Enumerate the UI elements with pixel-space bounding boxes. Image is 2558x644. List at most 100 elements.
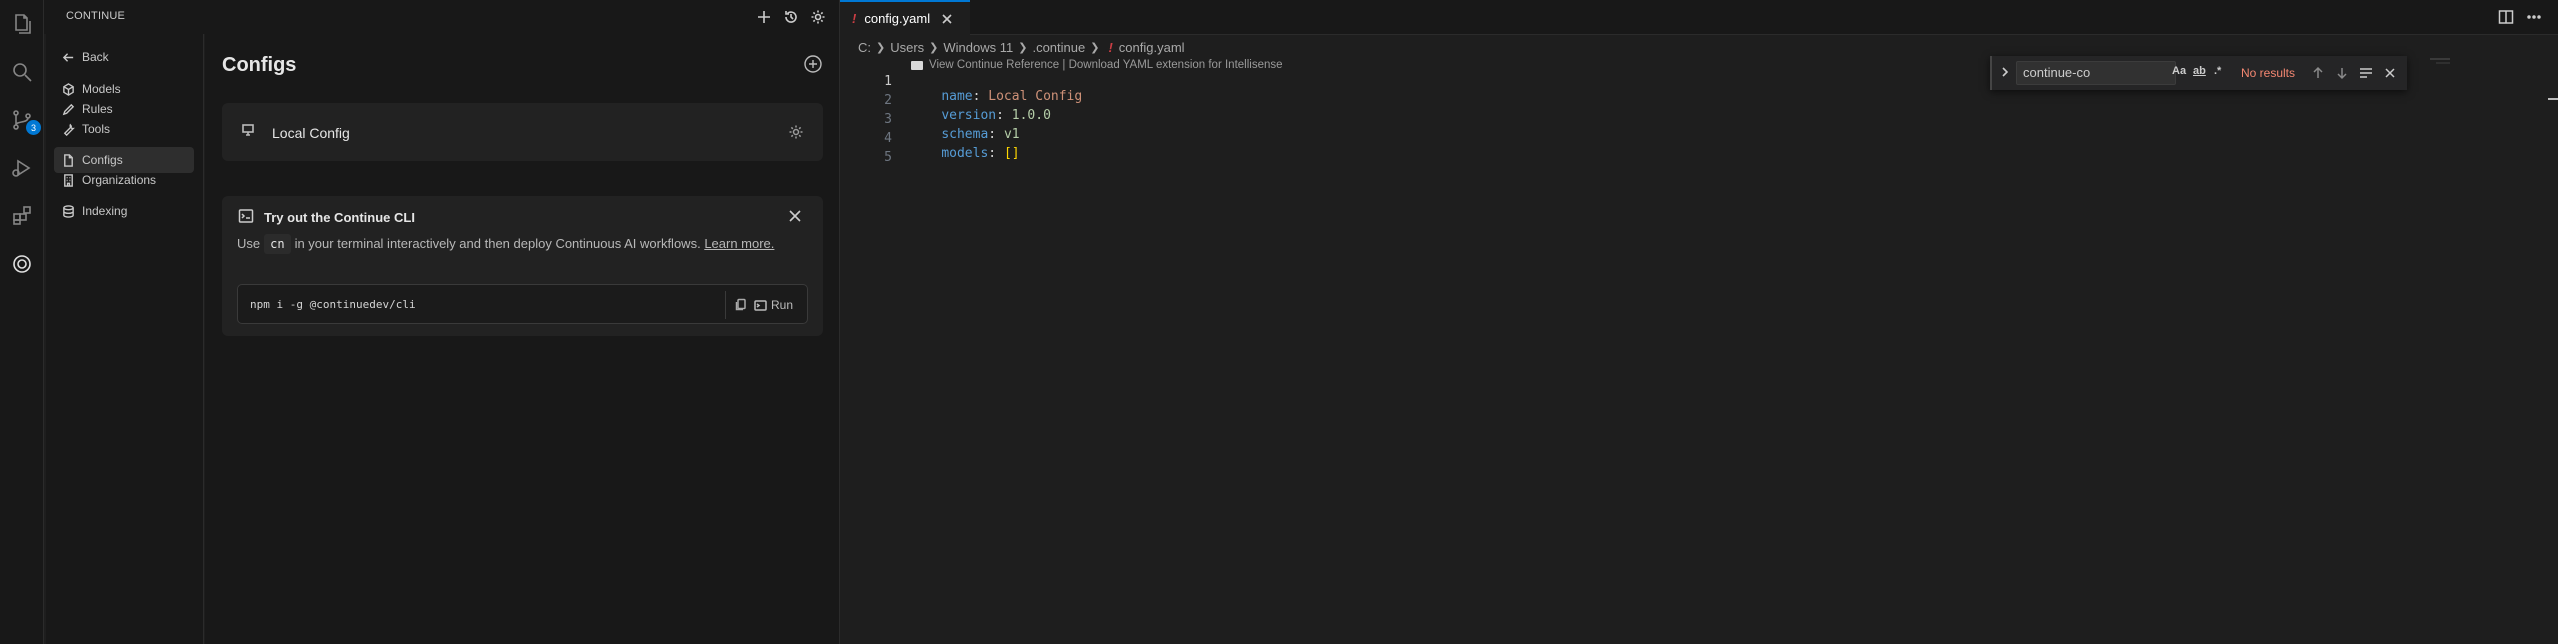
extensions-icon[interactable] <box>8 202 36 230</box>
line-number: 5 <box>884 150 892 165</box>
minimap[interactable] <box>2430 58 2450 60</box>
cli-card-title: Try out the Continue CLI <box>264 210 415 225</box>
install-command: npm i -g @continuedev/cli <box>250 298 416 311</box>
yaml-file-icon: ! <box>852 11 857 26</box>
find-widget: continue-co Aa ab .* No results <box>1990 56 2407 90</box>
run-button[interactable]: Run <box>754 296 793 314</box>
book-icon <box>911 60 923 70</box>
chevron-right-icon: ❯ <box>876 41 886 54</box>
whole-word-toggle[interactable]: ab <box>2193 65 2206 77</box>
breadcrumb-item[interactable]: config.yaml <box>1119 40 1185 55</box>
database-icon <box>63 204 74 218</box>
nav-item-label: Configs <box>82 153 123 167</box>
file-icon <box>64 153 73 167</box>
sidebar-header: CONTINUE <box>44 0 839 34</box>
nav-item-label: Tools <box>82 122 111 136</box>
find-input[interactable]: continue-co <box>2016 61 2176 85</box>
new-session-icon[interactable] <box>754 7 774 27</box>
cli-desc-prefix: Use <box>237 236 261 251</box>
tab-config-yaml[interactable]: ! config.yaml <box>840 0 970 35</box>
split-editor-icon[interactable] <box>2498 9 2514 25</box>
yaml-colon: : <box>988 146 997 161</box>
copy-icon[interactable] <box>735 298 748 311</box>
pencil-icon <box>62 103 75 115</box>
source-control-icon[interactable]: 3 <box>8 106 41 135</box>
source-control-badge: 3 <box>26 120 41 135</box>
line-number: 3 <box>884 112 892 127</box>
install-command-box: npm i -g @continuedev/cli Run <box>237 284 808 324</box>
cli-card-description: Use cn in your terminal interactively and … <box>237 234 797 254</box>
chevron-right-icon: ❯ <box>929 41 939 54</box>
config-name: Local Config <box>272 125 350 141</box>
editor-tab-bar: ! config.yaml <box>840 0 2558 35</box>
nav-item-tools[interactable]: Tools <box>54 116 194 142</box>
building-icon <box>64 173 73 187</box>
tab-label: config.yaml <box>864 11 931 26</box>
run-debug-icon[interactable] <box>8 154 36 182</box>
activity-bar: 3 <box>0 0 44 644</box>
yaml-key: models <box>941 146 989 161</box>
arrow-up-icon[interactable] <box>2310 65 2326 81</box>
settings-gear-icon[interactable] <box>808 7 828 27</box>
more-actions-icon[interactable] <box>2526 9 2542 25</box>
config-settings-icon[interactable] <box>788 124 804 140</box>
code-editor[interactable]: View Continue Reference | Download YAML … <box>840 58 2558 644</box>
wrench-icon <box>63 123 75 136</box>
nav-item-organizations[interactable]: Organizations <box>54 167 194 193</box>
run-label: Run <box>771 298 794 312</box>
close-tab-icon[interactable] <box>940 12 954 26</box>
nav-item-indexing[interactable]: Indexing <box>54 198 194 224</box>
terminal-icon <box>238 208 254 224</box>
page-title: Configs <box>222 54 297 76</box>
sidebar-title: CONTINUE <box>66 10 126 22</box>
code-line: models: [] <box>910 131 1020 176</box>
minimap[interactable] <box>2436 62 2450 64</box>
chevron-right-icon: ❯ <box>1018 41 1028 54</box>
close-icon[interactable] <box>787 208 803 224</box>
scrollbar-marker[interactable] <box>2548 98 2558 100</box>
line-number: 4 <box>884 131 892 146</box>
match-case-toggle[interactable]: Aa <box>2172 65 2186 77</box>
back-label: Back <box>82 50 109 64</box>
find-result-status: No results <box>2241 66 2296 80</box>
configs-panel: Configs Local Config Try out the Continu… <box>205 34 839 644</box>
breadcrumb-item[interactable]: Users <box>890 40 924 55</box>
cli-promo-card: Try out the Continue CLI Use cn in your te… <box>222 196 823 336</box>
regex-toggle[interactable]: .* <box>2214 65 2221 77</box>
continue-nav: Back Models Rules Tools Configs Organiza… <box>46 34 204 644</box>
cube-icon <box>63 82 74 96</box>
cli-desc-suffix: in your terminal interactively and then … <box>294 236 701 251</box>
terminal-small-icon <box>754 299 767 311</box>
divider <box>725 291 726 319</box>
nav-item-label: Organizations <box>82 173 157 187</box>
chevron-right-icon: ❯ <box>1090 41 1100 54</box>
yaml-file-icon: ! <box>1108 39 1113 55</box>
line-number: 1 <box>884 74 892 89</box>
cli-command-chip: cn <box>264 234 291 254</box>
search-icon[interactable] <box>8 58 36 86</box>
arrow-down-icon[interactable] <box>2334 65 2350 81</box>
back-button[interactable]: Back <box>54 44 194 70</box>
explorer-icon[interactable] <box>8 10 36 38</box>
yaml-value: [] <box>1003 146 1020 161</box>
continue-icon[interactable] <box>8 250 36 278</box>
monitor-icon <box>241 123 255 137</box>
close-find-icon[interactable] <box>2382 65 2398 81</box>
line-number: 2 <box>884 93 892 108</box>
add-config-icon[interactable] <box>803 54 823 74</box>
nav-item-label: Rules <box>82 102 113 116</box>
find-in-selection-icon[interactable] <box>2358 65 2374 81</box>
codelens-text: View Continue Reference | Download YAML … <box>929 59 1283 71</box>
nav-item-label: Indexing <box>82 204 128 218</box>
breadcrumb-item[interactable]: C: <box>858 40 871 55</box>
toggle-replace-icon[interactable] <box>1998 65 2012 79</box>
learn-more-link[interactable]: Learn more. <box>704 236 774 251</box>
codelens[interactable]: View Continue Reference | Download YAML … <box>911 59 1283 71</box>
nav-item-label: Models <box>82 82 121 96</box>
breadcrumb: C: ❯ Users ❯ Windows 11 ❯ .continue ❯ ! … <box>858 37 1185 57</box>
breadcrumb-item[interactable]: .continue <box>1032 40 1085 55</box>
history-icon[interactable] <box>781 7 801 27</box>
config-card[interactable]: Local Config <box>222 103 823 161</box>
arrow-left-icon <box>62 52 74 62</box>
breadcrumb-item[interactable]: Windows 11 <box>943 40 1013 55</box>
